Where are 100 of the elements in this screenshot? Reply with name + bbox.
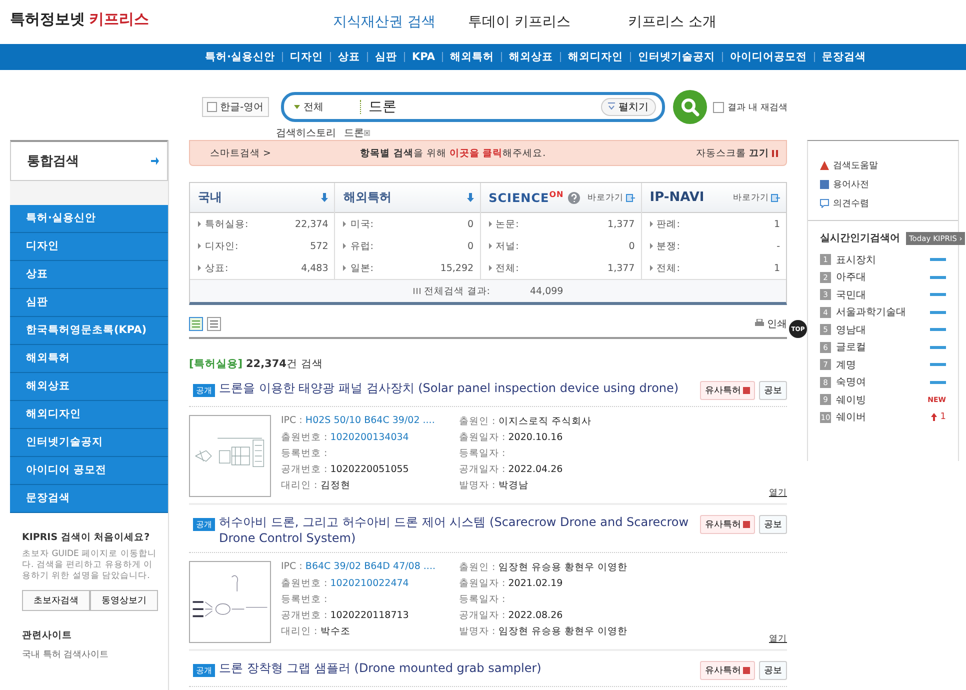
category-link[interactable]: 해외디자인: [561, 50, 630, 64]
open-link[interactable]: 열기: [769, 633, 787, 646]
popular-term[interactable]: 표시장치: [836, 252, 925, 267]
down-arrow-icon[interactable]: [466, 193, 474, 202]
count-value[interactable]: 0: [468, 240, 474, 252]
result-title[interactable]: 드론을 이용한 태양광 패널 검사장치 (Solar panel inspection device using drone): [219, 381, 696, 397]
scope-dropdown[interactable]: 전체: [294, 100, 361, 114]
category-link[interactable]: KPA: [405, 51, 442, 63]
count-value[interactable]: 1,377: [608, 218, 635, 230]
popular-term[interactable]: 아주대: [836, 270, 925, 284]
sidebar-item[interactable]: 해외디자인: [10, 401, 168, 429]
close-icon[interactable]: [364, 130, 370, 136]
guide-title: KIPRIS 검색이 처음이세요?: [22, 531, 151, 544]
count-value[interactable]: 1,377: [608, 262, 635, 274]
field-link[interactable]: B64C 39/02 B64D 47/08 ....: [305, 561, 436, 572]
count-value[interactable]: 572: [310, 240, 328, 252]
sidebar-item[interactable]: 해외특허: [10, 345, 168, 373]
help-link[interactable]: 검색도움말: [820, 159, 946, 172]
click-here-link[interactable]: 이곳을 클릭: [449, 148, 503, 158]
sidebar-item[interactable]: 디자인: [10, 233, 168, 261]
text-view-icon[interactable]: [207, 317, 221, 331]
similar-patent-button[interactable]: 유사특허: [700, 381, 755, 400]
count-value[interactable]: 4,483: [301, 262, 328, 274]
popular-term[interactable]: 쉐이버: [836, 410, 926, 424]
checkbox[interactable]: [207, 102, 217, 112]
popular-term[interactable]: 국민대: [836, 288, 925, 302]
field-link[interactable]: 1020210022474: [330, 578, 409, 590]
category-link[interactable]: 상표: [331, 50, 367, 64]
count-value[interactable]: 0: [468, 218, 474, 230]
list-view-icon[interactable]: [189, 317, 203, 331]
status-badge: 공개: [193, 518, 215, 531]
category-link[interactable]: 특허·실용신안: [198, 50, 282, 64]
checkbox[interactable]: [712, 102, 724, 112]
sidebar-item[interactable]: 아이디어 공모전: [10, 457, 168, 485]
help-link[interactable]: 의견수렴: [820, 197, 946, 210]
sidebar-item[interactable]: 한국특허영문초록(KPA): [10, 317, 168, 345]
category-link[interactable]: 해외상표: [502, 50, 560, 64]
shortcut-link[interactable]: 바로가기: [733, 192, 780, 204]
count-label: 상표:: [198, 262, 228, 274]
open-link[interactable]: 열기: [769, 487, 787, 499]
expand-button[interactable]: 펼치기: [601, 98, 656, 116]
language-toggle[interactable]: 한글-영어: [202, 97, 269, 117]
similar-patent-button[interactable]: 유사특허: [700, 515, 755, 534]
field-label: 출원일자 :: [459, 432, 506, 443]
count-value[interactable]: 1: [774, 262, 780, 274]
popular-term[interactable]: 서울과학기술대: [836, 305, 925, 320]
gazette-button[interactable]: 공보: [759, 381, 787, 400]
top-nav-tab[interactable]: 투데이 키프리스: [468, 9, 628, 35]
sidebar-item[interactable]: 특허·실용신안: [10, 205, 168, 233]
count-value[interactable]: 1: [774, 218, 780, 230]
sidebar-item[interactable]: 해외상표: [10, 373, 168, 401]
history-item[interactable]: 드론: [344, 126, 370, 140]
rank-change: 1: [940, 412, 946, 422]
sidebar-item[interactable]: 문장검색: [10, 485, 168, 513]
site-logo[interactable]: 특허정보넷 키프리스: [10, 10, 149, 29]
count-value[interactable]: -: [776, 240, 780, 252]
result-title[interactable]: 드론 장착형 그랩 샘플러 (Drone mounted grab sampler): [219, 661, 696, 677]
guide-button[interactable]: 동영상보기: [90, 590, 158, 612]
search-field[interactable]: 전체 드론 펼치기: [280, 92, 665, 122]
field-label: 공개일자 :: [459, 610, 506, 622]
sidebar-item[interactable]: 심판: [10, 289, 168, 317]
count-value[interactable]: 15,292: [440, 262, 474, 274]
down-arrow-icon[interactable]: [321, 193, 328, 202]
count-label: 논문:: [488, 218, 519, 230]
category-link[interactable]: 인터넷기술공지: [631, 50, 722, 64]
field-link[interactable]: H02S 50/10 B64C 39/02 ....: [305, 415, 435, 426]
auto-scroll-toggle[interactable]: 자동스크롤 끄기: [696, 146, 778, 160]
popular-term[interactable]: 계명: [836, 358, 925, 372]
category-link[interactable]: 디자인: [283, 50, 330, 64]
column-heading: 해외특허: [343, 189, 392, 206]
category-link[interactable]: 문장검색: [815, 50, 873, 64]
help-icon[interactable]: [568, 192, 580, 204]
field-label: 등록일자 :: [459, 448, 506, 459]
count-value[interactable]: 0: [628, 240, 635, 252]
search-button[interactable]: [672, 90, 707, 124]
similar-patent-button[interactable]: 유사특허: [700, 661, 755, 680]
smart-search-bar[interactable]: 스마트검색 > 항목별 검색을 위해 이곳을 클릭해주세요. 자동스크롤 끄기: [189, 140, 787, 166]
shortcut-link[interactable]: 바로가기: [588, 192, 635, 204]
sidebar-item[interactable]: 인터넷기술공지: [10, 429, 168, 457]
category-link[interactable]: 아이디어공모전: [723, 50, 814, 64]
popular-term[interactable]: 글로컬: [836, 340, 925, 354]
field-label: 출원일자 :: [459, 578, 506, 590]
count-value[interactable]: 22,374: [295, 218, 328, 230]
help-link[interactable]: 용어사전: [820, 178, 946, 191]
gazette-button[interactable]: 공보: [759, 515, 787, 534]
print-link[interactable]: 인쇄: [754, 317, 787, 331]
field-label: 발명자 :: [459, 626, 496, 638]
result-title[interactable]: 허수아비 드론, 그리고 허수아비 드론 제어 시스템 (Scarecrow Drone and Scarecrow Drone Control System): [219, 515, 696, 546]
guide-button[interactable]: 초보자검색: [22, 590, 90, 612]
field-label: 등록일자 :: [459, 594, 506, 606]
gazette-button[interactable]: 공보: [759, 661, 787, 680]
popular-term[interactable]: 영남대: [836, 322, 925, 337]
popular-term[interactable]: 쉐이빙: [836, 392, 923, 407]
sidebar-item[interactable]: 상표: [10, 261, 168, 289]
category-link[interactable]: 심판: [368, 50, 404, 64]
popular-term[interactable]: 숙명여: [836, 375, 925, 390]
category-link[interactable]: 해외특허: [443, 50, 501, 64]
top-nav-tab[interactable]: 키프리스 소개: [628, 9, 788, 35]
research-option[interactable]: 결과 내 재검색: [712, 100, 788, 114]
field-link[interactable]: 1020200134034: [330, 432, 409, 443]
